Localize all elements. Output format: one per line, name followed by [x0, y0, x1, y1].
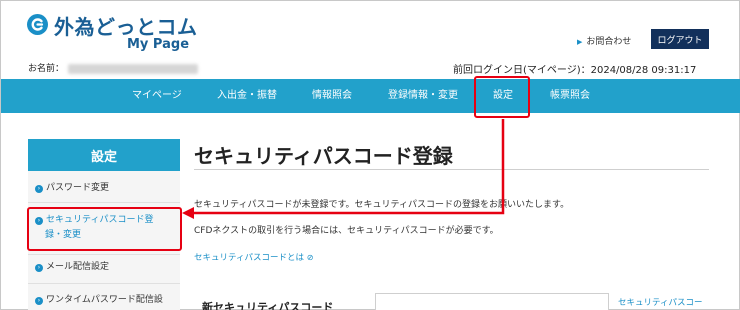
chevron-right-icon: ›	[35, 264, 43, 272]
triangle-bullet-icon: ▶	[577, 38, 583, 46]
security-passcode-highlight-box	[27, 207, 182, 251]
contact-link-label: お問合わせ	[586, 37, 632, 47]
title-divider	[194, 169, 709, 170]
sidebar-item-mail-settings[interactable]: › メール配信設定	[35, 260, 109, 275]
brand-logo-icon	[27, 14, 48, 35]
user-name-redacted	[68, 63, 199, 74]
chevron-right-icon: ›	[35, 297, 43, 305]
notice-message: セキュリティパスコードが未登録です。セキュリティパスコードの登録をお願いいたしま…	[194, 200, 570, 210]
user-name-label: お名前：	[28, 64, 65, 74]
page-title: セキュリティパスコード登録	[194, 144, 453, 168]
chevron-right-icon: ›	[35, 185, 43, 193]
user-name: お名前：	[28, 61, 199, 74]
sidebar-item-onetime-password[interactable]: › ワンタイムパスワード配信設	[35, 293, 163, 308]
nav-item-mypage[interactable]: マイページ	[132, 79, 182, 113]
about-passcode-link-label: セキュリティパスコードとは	[194, 253, 304, 263]
sidebar-item-label: ワンタイムパスワード配信設	[46, 295, 163, 305]
contact-link[interactable]: ▶ お問合わせ	[577, 34, 631, 47]
sidebar-item-label: パスワード変更	[46, 183, 110, 193]
logout-button[interactable]: ログアウト	[651, 29, 709, 49]
sidebar-item-password-change[interactable]: › パスワード変更	[35, 181, 109, 196]
link-icon: ⊘	[306, 253, 314, 262]
nav-item-deposit-withdrawal[interactable]: 入出金・振替	[217, 79, 277, 113]
requirement-message: CFDネクストの取引を行う場合には、セキュリティパスコードが必要です。	[194, 226, 499, 236]
last-login-info: 前回ログイン日(マイページ)：2024/08/28 09:31:17	[453, 65, 697, 76]
nav-item-inquiry[interactable]: 情報照会	[312, 79, 352, 113]
settings-highlight-box	[474, 76, 530, 118]
sidebar-title: 設定	[28, 139, 180, 171]
brand-logo-subtitle: My Page	[127, 37, 190, 52]
main-nav-bar	[1, 79, 740, 113]
new-passcode-input[interactable]	[375, 293, 609, 310]
nav-item-reports[interactable]: 帳票照会	[550, 79, 590, 113]
sidebar-item-label: メール配信設定	[46, 262, 110, 272]
sidebar-divider	[28, 254, 180, 255]
passcode-help-link[interactable]: セキュリティパスコー	[618, 296, 703, 308]
nav-item-registration-info[interactable]: 登録情報・変更	[388, 79, 458, 113]
sidebar-divider	[28, 283, 180, 284]
sidebar-divider	[28, 202, 180, 203]
new-passcode-label: 新セキュリティパスコード	[202, 301, 334, 310]
about-passcode-link[interactable]: セキュリティパスコードとは ⊘	[194, 251, 313, 263]
brand-logo-text: 外為どっとコム	[54, 15, 198, 39]
